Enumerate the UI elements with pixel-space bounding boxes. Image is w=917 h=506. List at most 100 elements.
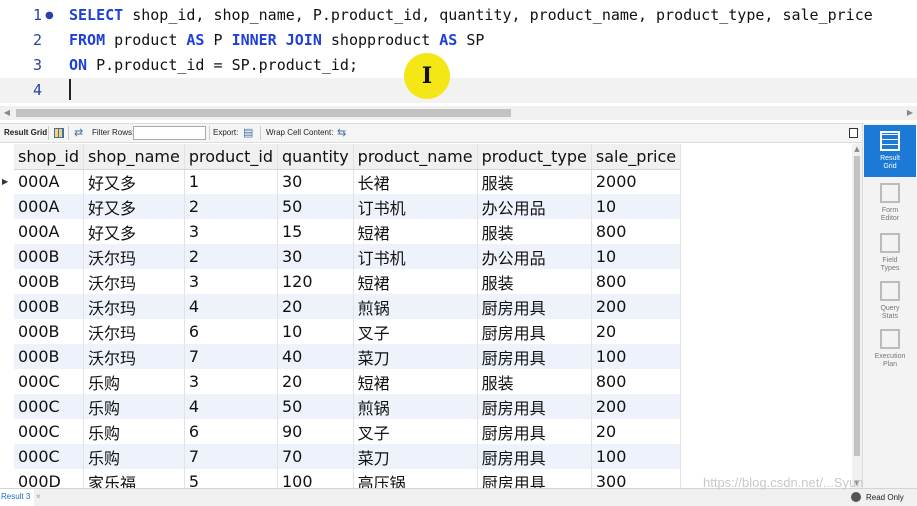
cell-product-type[interactable]: 厨房用具 (477, 294, 592, 319)
cell-shop-name[interactable]: 家乐福 (83, 469, 185, 488)
cell-product-type[interactable]: 服装 (477, 269, 592, 294)
cell-sale-price[interactable]: 2000 (591, 169, 682, 194)
table-row[interactable]: 000C 乐购 6 90 叉子 厨房用具 20 (14, 419, 682, 444)
cell-shop-name[interactable]: 好又多 (83, 219, 185, 244)
cell-product-name[interactable]: 订书机 (353, 194, 478, 219)
cell-shop-id[interactable]: 000C (14, 444, 85, 469)
cell-sale-price[interactable]: 800 (591, 369, 682, 394)
side-button-form-editor[interactable]: Form Editor (864, 177, 916, 229)
table-row[interactable]: 000C 乐购 3 20 短裙 服装 800 (14, 369, 682, 394)
column-header-sale-price[interactable]: sale_price (591, 144, 682, 170)
cell-shop-name[interactable]: 沃尔玛 (83, 244, 185, 269)
cell-product-type[interactable]: 服装 (477, 169, 592, 194)
table-row[interactable]: 000C 乐购 7 70 菜刀 厨房用具 100 (14, 444, 682, 469)
cell-product-id[interactable]: 4 (184, 294, 278, 319)
cell-shop-id[interactable]: 000D (14, 469, 85, 488)
cell-product-name[interactable]: 高压锅 (353, 469, 478, 488)
side-button-execution-plan[interactable]: Execution Plan (864, 323, 916, 375)
sql-editor[interactable]: 1 ● SELECT shop_id, shop_name, P.product… (0, 0, 917, 105)
column-header-product-name[interactable]: product_name (353, 144, 478, 170)
cell-product-id[interactable]: 3 (184, 369, 278, 394)
cell-product-type[interactable]: 厨房用具 (477, 344, 592, 369)
cell-product-type[interactable]: 服装 (477, 369, 592, 394)
cell-shop-id[interactable]: 000A (14, 194, 85, 219)
cell-sale-price[interactable]: 300 (591, 469, 682, 488)
table-row[interactable]: 000B 沃尔玛 6 10 叉子 厨房用具 20 (14, 319, 682, 344)
cell-product-id[interactable]: 2 (184, 244, 278, 269)
cell-product-id[interactable]: 2 (184, 194, 278, 219)
cell-sale-price[interactable]: 200 (591, 294, 682, 319)
code-line-3[interactable]: 3 ON P.product_id = SP.product_id; (0, 53, 917, 78)
side-button-field-types[interactable]: Field Types (864, 227, 916, 279)
cell-shop-id[interactable]: 000A (14, 169, 85, 194)
cell-shop-id[interactable]: 000B (14, 294, 85, 319)
cell-sale-price[interactable]: 100 (591, 344, 682, 369)
table-row[interactable]: 000B 沃尔玛 4 20 煎锅 厨房用具 200 (14, 294, 682, 319)
filter-rows-input[interactable] (133, 126, 206, 140)
cell-product-name[interactable]: 煎锅 (353, 294, 478, 319)
export-icon[interactable]: ▤ (243, 124, 253, 142)
scrollbar-thumb[interactable] (854, 156, 860, 456)
cell-product-name[interactable]: 短裙 (353, 219, 478, 244)
cell-shop-name[interactable]: 沃尔玛 (83, 269, 185, 294)
cell-product-id[interactable]: 7 (184, 444, 278, 469)
column-header-quantity[interactable]: quantity (277, 144, 354, 170)
code-text[interactable]: SELECT shop_id, shop_name, P.product_id,… (69, 3, 873, 28)
cell-sale-price[interactable]: 200 (591, 394, 682, 419)
cell-product-id[interactable]: 6 (184, 419, 278, 444)
cell-product-id[interactable]: 6 (184, 319, 278, 344)
code-line-4[interactable]: 4 (0, 78, 917, 103)
cell-shop-name[interactable]: 乐购 (83, 369, 185, 394)
cell-product-id[interactable]: 5 (184, 469, 278, 488)
cell-shop-id[interactable]: 000B (14, 244, 85, 269)
cell-product-id[interactable]: 4 (184, 394, 278, 419)
cell-shop-id[interactable]: 000C (14, 394, 85, 419)
editor-horizontal-scrollbar[interactable]: ◀ ▶ (0, 106, 917, 120)
cell-product-type[interactable]: 厨房用具 (477, 419, 592, 444)
cell-product-type[interactable]: 厨房用具 (477, 469, 592, 488)
cell-sale-price[interactable]: 100 (591, 444, 682, 469)
cell-shop-id[interactable]: 000B (14, 269, 85, 294)
table-row[interactable]: 000A 好又多 1 30 长裙 服装 2000 (14, 169, 682, 194)
column-header-product-type[interactable]: product_type (477, 144, 592, 170)
cell-quantity[interactable]: 30 (277, 244, 354, 269)
cell-sale-price[interactable]: 10 (591, 244, 682, 269)
code-line-2[interactable]: 2 FROM product AS P INNER JOIN shopprodu… (0, 28, 917, 53)
result-grid[interactable]: ▶ shop_id shop_name product_id quantity … (0, 144, 852, 488)
close-icon[interactable]: × (36, 489, 41, 505)
cell-product-type[interactable]: 厨房用具 (477, 394, 592, 419)
table-row[interactable]: 000A 好又多 2 50 订书机 办公用品 10 (14, 194, 682, 219)
cell-quantity[interactable]: 40 (277, 344, 354, 369)
cell-product-id[interactable]: 3 (184, 269, 278, 294)
column-header-shop-id[interactable]: shop_id (14, 144, 85, 170)
grid-icon[interactable] (54, 128, 64, 138)
column-header-product-id[interactable]: product_id (184, 144, 278, 170)
cell-quantity[interactable]: 20 (277, 369, 354, 394)
cell-shop-name[interactable]: 乐购 (83, 394, 185, 419)
cell-shop-name[interactable]: 乐购 (83, 419, 185, 444)
scroll-up-icon[interactable]: ▲ (852, 144, 862, 154)
cell-product-type[interactable]: 厨房用具 (477, 319, 592, 344)
cell-product-name[interactable]: 订书机 (353, 244, 478, 269)
cell-product-type[interactable]: 厨房用具 (477, 444, 592, 469)
table-row[interactable]: 000C 乐购 4 50 煎锅 厨房用具 200 (14, 394, 682, 419)
cell-shop-id[interactable]: 000C (14, 369, 85, 394)
column-header-shop-name[interactable]: shop_name (83, 144, 185, 170)
scroll-right-icon[interactable]: ▶ (903, 106, 917, 120)
cell-product-name[interactable]: 叉子 (353, 419, 478, 444)
cell-quantity[interactable]: 120 (277, 269, 354, 294)
cell-shop-name[interactable]: 好又多 (83, 169, 185, 194)
table-row[interactable]: 000B 沃尔玛 7 40 菜刀 厨房用具 100 (14, 344, 682, 369)
code-text[interactable]: FROM product AS P INNER JOIN shopproduct… (69, 28, 484, 53)
cell-quantity[interactable]: 20 (277, 294, 354, 319)
cell-product-type[interactable]: 办公用品 (477, 194, 592, 219)
scrollbar-thumb[interactable] (16, 109, 511, 117)
side-button-result-grid[interactable]: Result Grid (864, 125, 916, 177)
cell-shop-name[interactable]: 沃尔玛 (83, 344, 185, 369)
result-tab[interactable]: Result 3 (0, 489, 34, 506)
cell-shop-name[interactable]: 沃尔玛 (83, 319, 185, 344)
table-row[interactable]: 000A 好又多 3 15 短裙 服装 800 (14, 219, 682, 244)
table-row[interactable]: 000D 家乐福 5 100 高压锅 厨房用具 300 (14, 469, 682, 488)
result-table[interactable]: shop_id shop_name product_id quantity pr… (14, 144, 682, 488)
cell-sale-price[interactable]: 800 (591, 219, 682, 244)
